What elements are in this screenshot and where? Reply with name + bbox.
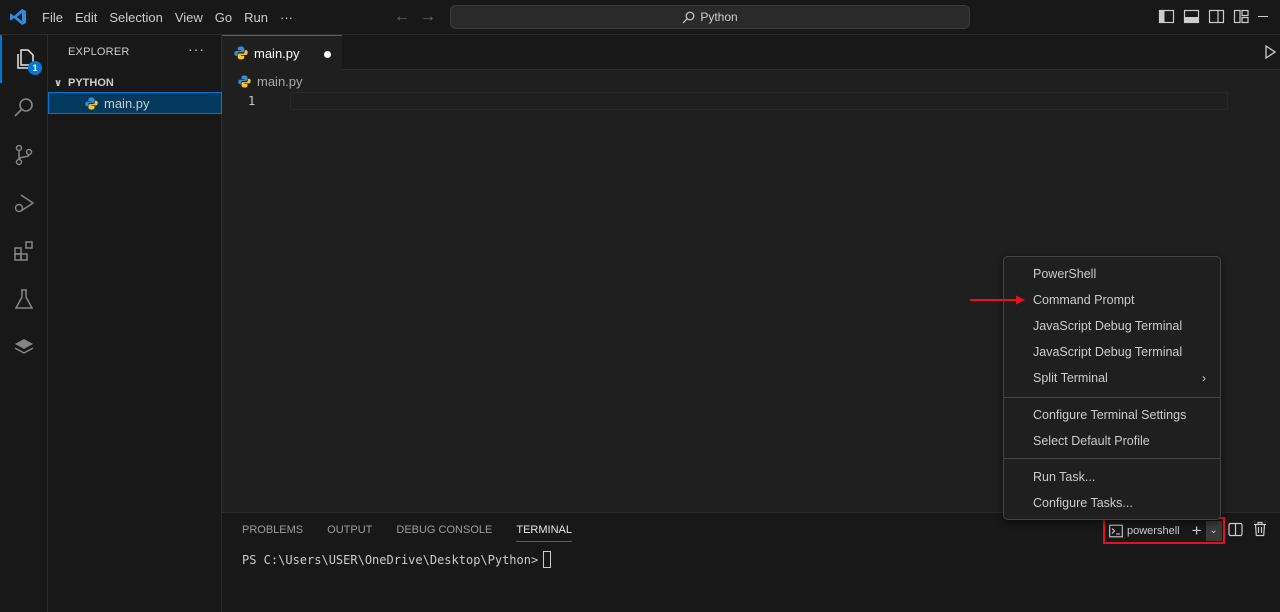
menu-item-label: Split Terminal <box>1033 371 1108 385</box>
kill-terminal-trash-icon[interactable] <box>1253 521 1267 537</box>
source-control-icon <box>15 144 33 166</box>
tab-main-py[interactable]: main.py <box>222 35 342 70</box>
menu-more[interactable]: ··· <box>274 0 299 35</box>
title-bar: File Edit Selection View Go Run ··· ← → … <box>0 0 1280 35</box>
minimize-icon[interactable] <box>1258 16 1268 17</box>
menu-item-split-terminal[interactable]: Split Terminal › <box>1004 365 1220 391</box>
menu-item-powershell[interactable]: PowerShell <box>1004 261 1220 287</box>
menu-item-configure-tasks[interactable]: Configure Tasks... <box>1004 490 1220 516</box>
terminal-name[interactable]: powershell <box>1127 525 1180 537</box>
tab-terminal[interactable]: TERMINAL <box>516 524 572 542</box>
terminal-profile-menu: PowerShell Command Prompt JavaScript Deb… <box>1003 256 1221 520</box>
tab-output[interactable]: OUTPUT <box>327 524 372 542</box>
vscode-logo-icon <box>10 9 26 25</box>
menu-view[interactable]: View <box>169 0 209 35</box>
testing-flask-icon <box>14 289 34 309</box>
layers-icon <box>14 339 34 354</box>
menu-item-js-debug-terminal-1[interactable]: JavaScript Debug Terminal <box>1004 313 1220 339</box>
breadcrumb-file[interactable]: main.py <box>257 74 303 89</box>
explorer-badge: 1 <box>28 61 42 75</box>
activity-layers[interactable] <box>0 323 48 371</box>
run-debug-icon <box>14 194 35 213</box>
file-label: main.py <box>104 95 150 111</box>
explorer-sidebar: EXPLORER ··· ∨ PYTHON main.py <box>48 35 222 612</box>
search-icon <box>14 98 33 117</box>
menu-item-select-default-profile[interactable]: Select Default Profile <box>1004 428 1220 454</box>
folder-label: PYTHON <box>68 77 114 89</box>
python-file-icon <box>238 75 251 87</box>
sidebar-more-button[interactable]: ··· <box>188 41 205 57</box>
python-file-icon <box>234 46 248 60</box>
menu-edit[interactable]: Edit <box>69 0 103 35</box>
menu-item-label: Select Default Profile <box>1033 434 1150 448</box>
menu-item-js-debug-terminal-2[interactable]: JavaScript Debug Terminal <box>1004 339 1220 365</box>
menu-item-label: PowerShell <box>1033 267 1097 281</box>
toggle-primary-sidebar-icon[interactable] <box>1158 8 1175 25</box>
back-arrow-icon[interactable]: ← <box>394 8 410 26</box>
menu-selection[interactable]: Selection <box>103 0 168 35</box>
activity-source-control[interactable] <box>0 131 48 179</box>
line-number: 1 <box>248 94 256 108</box>
menu-item-label: Configure Tasks... <box>1033 496 1133 510</box>
panel-tabs: PROBLEMS OUTPUT DEBUG CONSOLE TERMINAL <box>242 524 572 542</box>
tab-debug-console[interactable]: DEBUG CONSOLE <box>396 524 492 542</box>
new-terminal-plus-icon[interactable]: + <box>1192 522 1202 539</box>
toggle-secondary-sidebar-icon[interactable] <box>1208 8 1225 25</box>
editor-tab-bar: main.py <box>222 35 1280 70</box>
terminal-output[interactable]: PS C:\Users\USER\OneDrive\Desktop\Python… <box>242 551 552 568</box>
tab-problems[interactable]: PROBLEMS <box>242 524 303 542</box>
current-line-highlight[interactable] <box>290 92 1228 110</box>
annotation-arrow-icon <box>970 295 1025 305</box>
extensions-icon <box>14 241 33 261</box>
customize-layout-icon[interactable] <box>1233 8 1250 25</box>
menu-item-label: Configure Terminal Settings <box>1033 408 1187 422</box>
layout-controls <box>1158 8 1250 25</box>
menu-item-configure-terminal-settings[interactable]: Configure Terminal Settings <box>1004 402 1220 428</box>
activity-explorer[interactable]: 1 <box>0 35 48 83</box>
activity-extensions[interactable] <box>0 227 48 275</box>
nav-arrows: ← → <box>394 8 436 26</box>
menu-item-command-prompt[interactable]: Command Prompt <box>1004 287 1220 313</box>
menu-item-label: JavaScript Debug Terminal <box>1033 319 1183 333</box>
tab-label: main.py <box>254 45 300 61</box>
menu-separator <box>1004 397 1220 398</box>
terminal-icon <box>1109 524 1123 537</box>
activity-testing[interactable] <box>0 275 48 323</box>
unsaved-dot-icon[interactable] <box>324 51 331 58</box>
menu-go[interactable]: Go <box>209 0 238 35</box>
menu-item-label: JavaScript Debug Terminal <box>1033 345 1183 359</box>
split-terminal-icon[interactable] <box>1228 522 1243 537</box>
run-file-icon[interactable] <box>1264 45 1276 59</box>
forward-arrow-icon[interactable]: → <box>420 8 436 26</box>
python-file-icon <box>85 97 98 109</box>
folder-python[interactable]: ∨ PYTHON <box>48 72 222 94</box>
menu-file[interactable]: File <box>36 0 69 35</box>
chevron-right-icon: › <box>1202 371 1206 385</box>
menu-item-label: Command Prompt <box>1033 293 1135 307</box>
chevron-down-icon: ∨ <box>53 77 63 89</box>
menu-separator <box>1004 458 1220 459</box>
search-text: Python <box>700 10 738 24</box>
activity-search[interactable] <box>0 83 48 131</box>
activity-run-debug[interactable] <box>0 179 48 227</box>
activity-bar: 1 <box>0 35 48 612</box>
breadcrumb: main.py <box>222 70 303 92</box>
toggle-panel-icon[interactable] <box>1183 8 1200 25</box>
terminal-cursor <box>543 551 552 568</box>
command-center-search[interactable]: Python <box>450 5 970 29</box>
search-icon <box>682 11 695 23</box>
menu-run[interactable]: Run <box>238 0 274 35</box>
terminal-prompt: PS C:\Users\USER\OneDrive\Desktop\Python… <box>242 552 539 567</box>
file-main-py[interactable]: main.py <box>48 92 222 114</box>
sidebar-title: EXPLORER <box>68 46 130 58</box>
terminal-toolbar-highlight: powershell + ⌄ <box>1103 517 1225 544</box>
menu-bar: File Edit Selection View Go Run ··· <box>36 0 299 35</box>
menu-item-label: Run Task... <box>1033 470 1096 484</box>
menu-item-run-task[interactable]: Run Task... <box>1004 464 1220 490</box>
launch-profile-chevron-icon[interactable]: ⌄ <box>1205 520 1222 541</box>
